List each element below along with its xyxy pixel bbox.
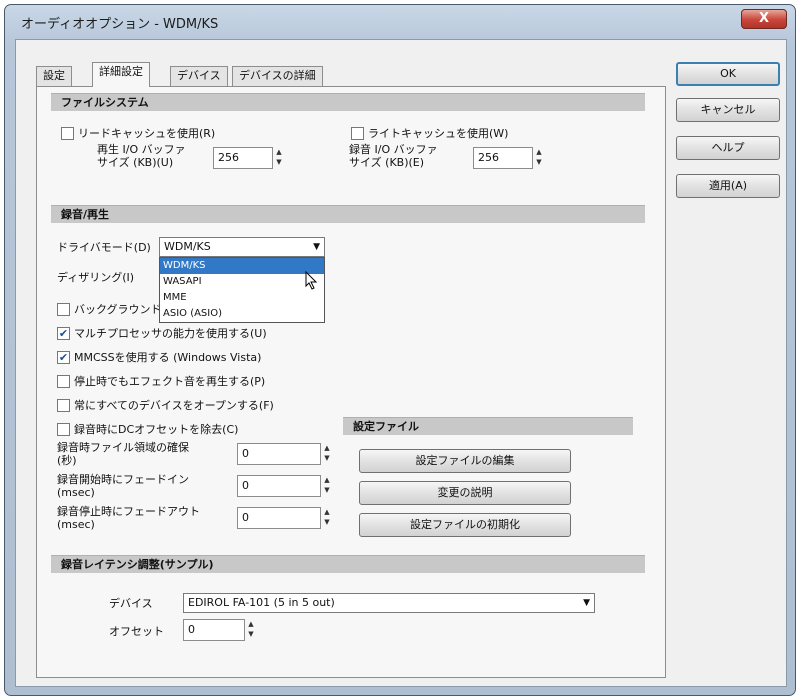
latency-device-value: EDIROL FA-101 (5 in 5 out): [188, 596, 335, 609]
driver-mode-dropdown: WDM/KS WASAPI MME ASIO (ASIO): [159, 257, 325, 323]
section-header-latency: 録音レイテンシ調整(サンプル): [51, 555, 645, 573]
latency-device-select[interactable]: EDIROL FA-101 (5 in 5 out) ▼: [183, 593, 595, 613]
driver-mode-option[interactable]: ASIO (ASIO): [160, 306, 324, 322]
read-cache-label: リードキャッシュを使用(R): [78, 127, 216, 140]
write-cache-checkbox[interactable]: ライトキャッシュを使用(W): [351, 125, 508, 141]
write-cache-check-box[interactable]: [351, 126, 364, 140]
latency-device-label: デバイス: [109, 597, 153, 610]
cancel-button[interactable]: キャンセル: [676, 98, 780, 122]
section-header-config-file: 設定ファイル: [343, 417, 633, 435]
play-on-stop-checkbox[interactable]: 停止時でもエフェクト音を再生する(P): [57, 373, 265, 389]
play-on-stop-check-box[interactable]: [57, 374, 70, 388]
open-devices-label: 常にすべてのデバイスをオープンする(F): [74, 399, 274, 412]
help-button[interactable]: ヘルプ: [676, 136, 780, 160]
latency-offset-label: オフセット: [109, 625, 164, 638]
dialog-window: オーディオオプション - WDM/KS X 設定 詳細設定 デバイス デバイスの…: [4, 4, 796, 696]
mmcss-label: MMCSSを使用する (Windows Vista): [74, 351, 262, 364]
title-bar[interactable]: オーディオオプション - WDM/KS X: [5, 5, 795, 37]
latency-offset-input[interactable]: 0: [183, 619, 245, 641]
multi-processor-checkbox[interactable]: ✔ マルチプロセッサの能力を使用する(U): [57, 325, 267, 341]
edit-config-button[interactable]: 設定ファイルの編集: [359, 449, 571, 473]
tab-advanced[interactable]: 詳細設定: [92, 62, 150, 87]
mouse-cursor-icon: [305, 271, 318, 290]
multi-processor-label: マルチプロセッサの能力を使用する(U): [74, 327, 267, 340]
section-header-recording: 録音/再生: [51, 205, 645, 223]
driver-mode-label: ドライバモード(D): [57, 241, 151, 254]
ok-button[interactable]: OK: [676, 62, 780, 86]
fade-out-label: 録音停止時にフェードアウト (msec): [57, 505, 200, 531]
record-offset-checkbox[interactable]: 録音時にDCオフセットを除去(C): [57, 421, 238, 437]
background-label: バックグラウンド: [74, 303, 162, 316]
chevron-down-icon[interactable]: ▼: [583, 594, 590, 612]
playback-buffer-input[interactable]: 256: [213, 147, 273, 169]
dialog-client-area: 設定 詳細設定 デバイス デバイスの詳細 OK キャンセル ヘルプ 適用(A) …: [15, 39, 787, 687]
preallocate-label: 録音時ファイル領域の確保 (秒): [57, 441, 189, 467]
dithering-label: ディザリング(I): [57, 271, 135, 284]
record-buffer-spinner[interactable]: ▲ ▼: [533, 147, 545, 169]
close-button[interactable]: X: [741, 9, 787, 29]
playback-buffer-spinner[interactable]: ▲ ▼: [273, 147, 285, 169]
open-devices-check-box[interactable]: [57, 398, 70, 412]
tab-settings[interactable]: 設定: [36, 66, 72, 86]
apply-button[interactable]: 適用(A): [676, 174, 780, 198]
change-description-button[interactable]: 変更の説明: [359, 481, 571, 505]
open-devices-checkbox[interactable]: 常にすべてのデバイスをオープンする(F): [57, 397, 274, 413]
read-cache-checkbox[interactable]: リードキャッシュを使用(R): [61, 125, 215, 141]
mmcss-check-box[interactable]: ✔: [57, 350, 70, 364]
playback-buffer-label: 再生 I/O バッファ サイズ (KB)(U): [97, 143, 186, 169]
fade-in-label: 録音開始時にフェードイン (msec): [57, 473, 189, 499]
reset-config-button[interactable]: 設定ファイルの初期化: [359, 513, 571, 537]
driver-mode-select[interactable]: WDM/KS ▼: [159, 237, 325, 257]
record-offset-check-box[interactable]: [57, 422, 70, 436]
driver-mode-value: WDM/KS: [164, 240, 211, 253]
background-check-box[interactable]: [57, 302, 70, 316]
fade-out-spinner[interactable]: ▲ ▼: [321, 507, 333, 529]
tab-device-details[interactable]: デバイスの詳細: [232, 66, 323, 86]
play-on-stop-label: 停止時でもエフェクト音を再生する(P): [74, 375, 266, 388]
window-title: オーディオオプション - WDM/KS: [21, 17, 219, 32]
driver-mode-option[interactable]: WDM/KS: [160, 258, 324, 274]
advanced-tab-panel: ファイルシステム リードキャッシュを使用(R) 再生 I/O バッファ サイズ …: [36, 86, 666, 678]
fade-in-input[interactable]: 0: [237, 475, 321, 497]
background-checkbox[interactable]: バックグラウンド: [57, 301, 162, 317]
multi-processor-check-box[interactable]: ✔: [57, 326, 70, 340]
latency-offset-spinner[interactable]: ▲ ▼: [245, 619, 257, 641]
record-buffer-input[interactable]: 256: [473, 147, 533, 169]
record-buffer-label: 録音 I/O バッファ サイズ (KB)(E): [349, 143, 438, 169]
section-header-filesystem: ファイルシステム: [51, 93, 645, 111]
read-cache-check-box[interactable]: [61, 126, 74, 140]
preallocate-input[interactable]: 0: [237, 443, 321, 465]
fade-out-input[interactable]: 0: [237, 507, 321, 529]
fade-in-spinner[interactable]: ▲ ▼: [321, 475, 333, 497]
tab-device[interactable]: デバイス: [170, 66, 228, 86]
record-offset-label: 録音時にDCオフセットを除去(C): [74, 423, 239, 436]
chevron-down-icon[interactable]: ▼: [313, 238, 320, 256]
driver-mode-option[interactable]: MME: [160, 290, 324, 306]
preallocate-spinner[interactable]: ▲ ▼: [321, 443, 333, 465]
driver-mode-option[interactable]: WASAPI: [160, 274, 324, 290]
mmcss-checkbox[interactable]: ✔ MMCSSを使用する (Windows Vista): [57, 349, 261, 365]
write-cache-label: ライトキャッシュを使用(W): [368, 127, 509, 140]
